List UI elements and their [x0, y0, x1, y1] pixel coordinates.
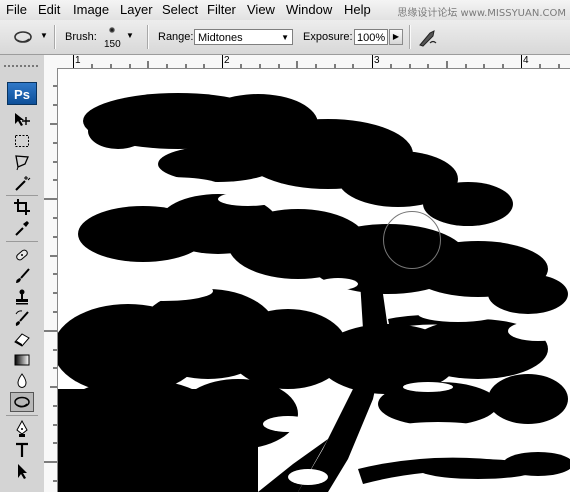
separator: [147, 25, 149, 49]
crop-tool[interactable]: [10, 197, 34, 217]
menu-file[interactable]: File: [6, 2, 27, 18]
image-canvas[interactable]: [58, 69, 570, 492]
brush-label: Brush:: [65, 31, 97, 43]
exposure-input[interactable]: 100%: [354, 29, 388, 45]
tree-silhouette: [58, 93, 570, 492]
separator: [409, 25, 411, 49]
range-value: Midtones: [198, 32, 243, 44]
menu-layer[interactable]: Layer: [120, 2, 153, 18]
ruler-number: 2: [224, 55, 230, 66]
toolbox-grip[interactable]: [2, 57, 42, 67]
eyedropper-icon: [15, 221, 29, 236]
menu-help[interactable]: Help: [344, 2, 371, 18]
divider: [6, 415, 38, 416]
ruler-number: 4: [523, 55, 529, 66]
brush-preview-icon: [109, 27, 115, 33]
menu-window[interactable]: Window: [286, 2, 332, 18]
arrow-right-icon: ▶: [392, 32, 400, 41]
brush-size-value: 150: [104, 39, 121, 50]
menu-bar: File Edit Image Layer Select Filter View…: [0, 0, 570, 21]
eyedropper-tool[interactable]: [10, 218, 34, 238]
range-dropdown[interactable]: Midtones ▼: [194, 29, 293, 45]
chevron-down-icon: ▼: [281, 33, 289, 42]
pen-tool[interactable]: [10, 419, 34, 439]
gradient-icon: [14, 354, 30, 366]
watermark-text: 思缘设计论坛 www.MISSYUAN.COM: [397, 8, 566, 19]
burn-tool-icon: [14, 31, 32, 43]
toolbox-panel: Ps: [0, 55, 45, 492]
burn-icon: [14, 396, 30, 408]
brush-icon: [16, 268, 30, 283]
burn-tool[interactable]: [10, 392, 34, 412]
brush-cursor: [383, 211, 441, 269]
clone-stamp-icon: [16, 289, 28, 305]
horizontal-ruler[interactable]: 1 2 3 4: [44, 55, 570, 69]
healing-brush-tool[interactable]: [10, 245, 34, 265]
app-logo[interactable]: Ps: [7, 82, 37, 105]
lasso-tool[interactable]: [10, 152, 34, 172]
blur-icon: [17, 373, 27, 388]
exposure-label: Exposure:: [303, 31, 353, 43]
magic-wand-icon: [15, 176, 31, 191]
move-tool[interactable]: [10, 110, 34, 130]
move-icon: [15, 113, 30, 126]
clone-stamp-tool[interactable]: [10, 287, 34, 307]
airbrush-button[interactable]: [416, 27, 440, 49]
menu-filter[interactable]: Filter: [207, 2, 236, 18]
menu-select[interactable]: Select: [162, 2, 198, 18]
path-select-icon: [18, 464, 27, 479]
eraser-tool[interactable]: [10, 329, 34, 349]
type-icon: [16, 442, 28, 457]
ruler-number: 1: [75, 55, 81, 66]
chevron-down-icon: ▼: [40, 31, 48, 40]
brush-tool[interactable]: [10, 266, 34, 286]
exposure-value: 100%: [357, 32, 386, 44]
vertical-ruler[interactable]: [44, 68, 58, 492]
history-brush-tool[interactable]: [10, 308, 34, 328]
range-label: Range:: [158, 31, 194, 43]
marquee-icon: [15, 135, 29, 147]
marquee-tool[interactable]: [10, 131, 34, 151]
brush-picker[interactable]: 150 ▼: [102, 24, 136, 52]
pen-icon: [16, 420, 28, 437]
magic-wand-tool[interactable]: [10, 173, 34, 193]
healing-brush-icon: [16, 249, 28, 261]
blur-tool[interactable]: [10, 371, 34, 391]
gradient-tool[interactable]: [10, 350, 34, 370]
tool-preset-picker[interactable]: ▼: [10, 26, 48, 48]
chevron-down-icon: ▼: [126, 31, 134, 40]
exposure-slider-button[interactable]: ▶: [389, 29, 403, 45]
ruler-number: 3: [374, 55, 380, 66]
menu-edit[interactable]: Edit: [38, 2, 60, 18]
options-bar: ▼ Brush: 150 ▼ Range: Midtones ▼ Exposur…: [0, 20, 570, 55]
divider: [6, 241, 38, 242]
path-select-tool[interactable]: [10, 461, 34, 481]
type-tool[interactable]: [10, 440, 34, 460]
history-brush-icon: [15, 310, 29, 326]
separator: [54, 25, 56, 49]
menu-view[interactable]: View: [247, 2, 275, 18]
divider: [6, 195, 38, 196]
lasso-icon: [15, 155, 29, 171]
menu-image[interactable]: Image: [73, 2, 109, 18]
crop-icon: [14, 199, 30, 215]
airbrush-icon: [419, 30, 437, 47]
eraser-icon: [14, 333, 30, 347]
